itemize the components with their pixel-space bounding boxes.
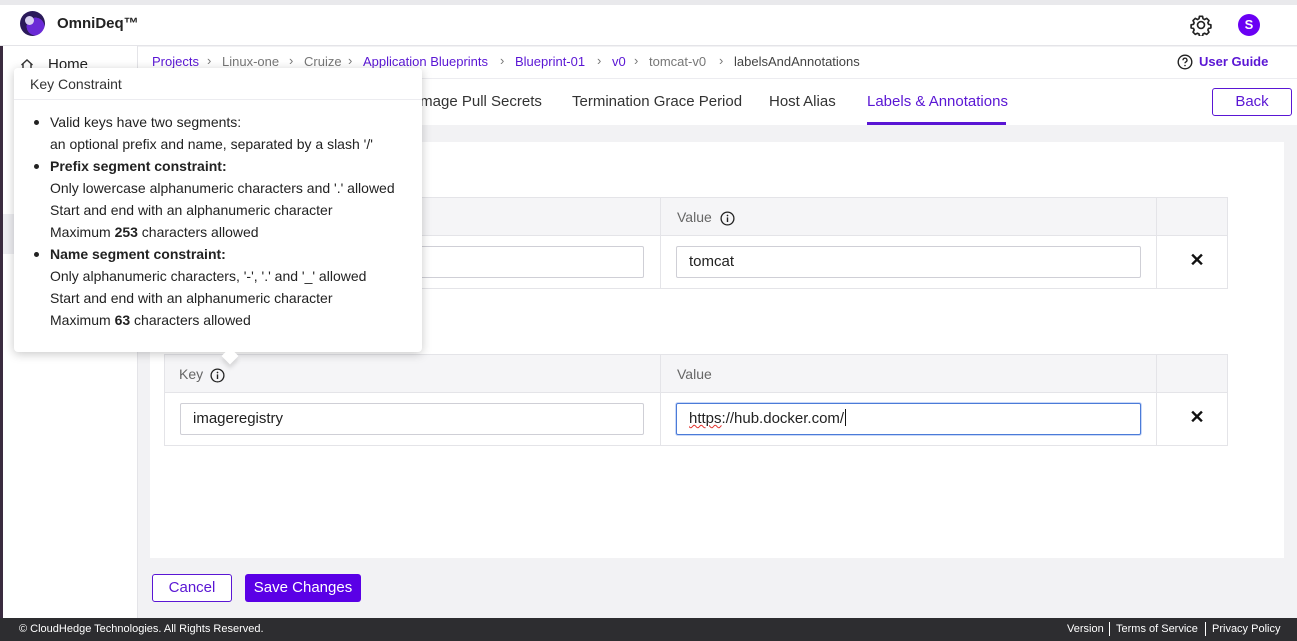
- info-icon[interactable]: [210, 368, 225, 383]
- breadcrumb-linux-one[interactable]: Linux-one: [222, 54, 279, 69]
- label-value-input[interactable]: tomcat: [676, 246, 1141, 278]
- popover-line: Only lowercase alphanumeric characters a…: [50, 180, 395, 196]
- annotations-value-header: Value: [677, 366, 712, 382]
- tab-termination-grace-period[interactable]: Termination Grace Period: [572, 93, 742, 110]
- copyright-text: © CloudHedge Technologies. All Rights Re…: [19, 623, 264, 635]
- breadcrumb-tomcat-v0[interactable]: tomcat-v0: [649, 54, 706, 69]
- chevron-right-icon: ›: [207, 53, 212, 68]
- breadcrumb-blueprint-01[interactable]: Blueprint-01: [515, 54, 585, 69]
- save-changes-button[interactable]: Save Changes: [245, 574, 361, 602]
- key-constraint-popover: Key Constraint Valid keys have two segme…: [14, 68, 422, 365]
- spellcheck-word: https: [689, 410, 722, 427]
- active-tab-indicator: [867, 122, 1006, 125]
- labels-value-header: Value: [677, 209, 712, 225]
- bullet-icon: [34, 252, 39, 257]
- popover-text: characters allowed: [137, 224, 259, 240]
- footer-link-privacy[interactable]: Privacy Policy: [1212, 623, 1280, 635]
- top-edge: [0, 0, 1297, 5]
- breadcrumb-current: labelsAndAnnotations: [734, 54, 860, 69]
- tab-host-alias[interactable]: Host Alias: [769, 93, 836, 110]
- sidebar-edge: [0, 46, 3, 618]
- popover-line: an optional prefix and name, separated b…: [50, 136, 373, 152]
- popover-number: 253: [114, 224, 138, 240]
- popover-header: Key Constraint: [14, 68, 422, 100]
- tab-labels-annotations[interactable]: Labels & Annotations: [867, 93, 1008, 110]
- popover-line: Maximum 63 characters allowed: [50, 312, 251, 328]
- popover-line: Maximum 253 characters allowed: [50, 224, 259, 240]
- app-name: OmniDeq™: [57, 15, 139, 32]
- breadcrumb-v0[interactable]: v0: [612, 54, 626, 69]
- footer-link-terms[interactable]: Terms of Service: [1116, 623, 1198, 635]
- annotation-key-input[interactable]: imageregistry: [180, 403, 644, 435]
- user-avatar[interactable]: S: [1238, 14, 1260, 36]
- remove-label-icon[interactable]: ✕: [1189, 250, 1205, 271]
- remove-annotation-icon[interactable]: ✕: [1189, 407, 1205, 428]
- bullet-icon: [34, 120, 39, 125]
- text-caret: [845, 409, 847, 426]
- popover-text: Maximum: [50, 224, 115, 240]
- cancel-button[interactable]: Cancel: [152, 574, 232, 602]
- chevron-right-icon: ›: [634, 53, 639, 68]
- chevron-right-icon: ›: [719, 53, 724, 68]
- popover-text: characters allowed: [130, 312, 251, 328]
- chevron-right-icon: ›: [348, 53, 353, 68]
- footer-bar: © CloudHedge Technologies. All Rights Re…: [0, 618, 1297, 641]
- popover-line: Valid keys have two segments:: [50, 114, 242, 130]
- annotation-value-text: ://hub.docker.com/: [721, 410, 845, 427]
- popover-number: 63: [114, 312, 131, 328]
- breadcrumb-cruize[interactable]: Cruize: [304, 54, 342, 69]
- column-divider: [660, 198, 661, 288]
- popover-line: Only alphanumeric characters, '-', '.' a…: [50, 268, 367, 284]
- user-guide-link[interactable]: User Guide: [1199, 54, 1268, 69]
- bullet-icon: [34, 164, 39, 169]
- footer-link-version[interactable]: Version: [1067, 623, 1104, 635]
- breadcrumb-projects[interactable]: Projects: [152, 54, 199, 69]
- annotation-value-input[interactable]: https://hub.docker.com/: [676, 403, 1141, 435]
- popover-title: Key Constraint: [30, 76, 122, 92]
- chevron-right-icon: ›: [289, 53, 294, 68]
- popover-line: Start and end with an alphanumeric chara…: [50, 202, 333, 218]
- settings-gear-icon[interactable]: [1190, 14, 1212, 36]
- back-button[interactable]: Back: [1212, 88, 1292, 116]
- info-icon[interactable]: [720, 211, 735, 226]
- chevron-right-icon: ›: [597, 53, 602, 68]
- omnideq-logo-icon[interactable]: [20, 11, 45, 36]
- popover-line: Prefix segment constraint:: [50, 158, 227, 174]
- column-divider: [1156, 355, 1157, 445]
- tab-image-pull-secrets[interactable]: Image Pull Secrets: [416, 93, 542, 110]
- popover-text: Maximum: [50, 312, 115, 328]
- help-circle-icon[interactable]: [1177, 54, 1193, 70]
- breadcrumb-application-blueprints[interactable]: Application Blueprints: [363, 54, 488, 69]
- popover-line: Name segment constraint:: [50, 246, 226, 262]
- chevron-right-icon: ›: [500, 53, 505, 68]
- column-divider: [660, 355, 661, 445]
- column-divider: [1156, 198, 1157, 288]
- footer-divider: [1109, 622, 1110, 636]
- popover-line: Start and end with an alphanumeric chara…: [50, 290, 333, 306]
- annotations-key-header: Key: [179, 366, 204, 382]
- footer-divider: [1205, 622, 1206, 636]
- top-bar: OmniDeq™ S: [0, 0, 1297, 46]
